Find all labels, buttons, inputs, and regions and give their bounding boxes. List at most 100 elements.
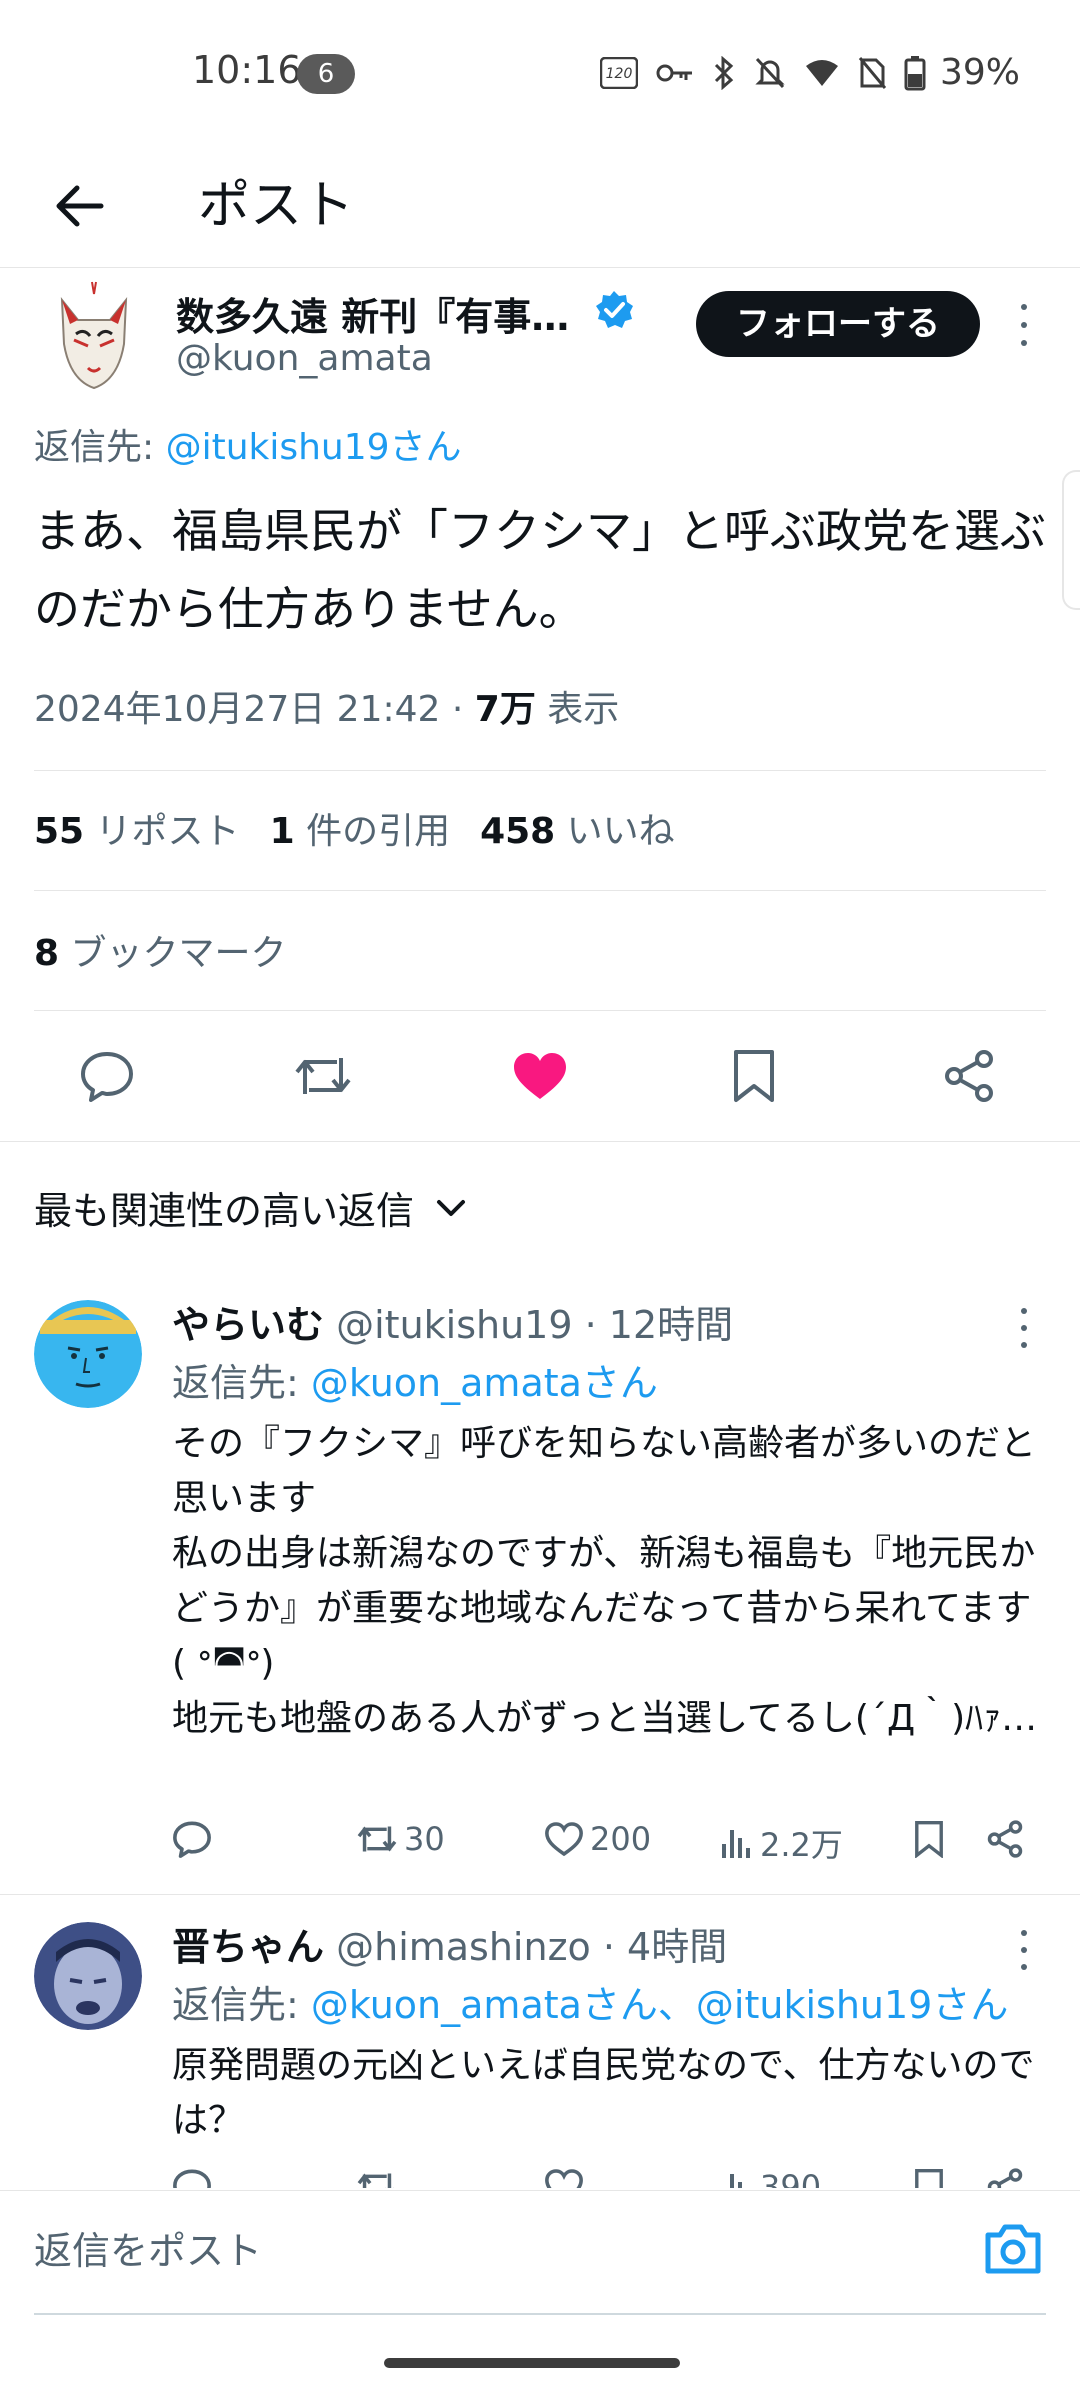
reply-more-button[interactable]	[1016, 1308, 1032, 1348]
camera-button[interactable]	[984, 2221, 1042, 2277]
back-button[interactable]	[44, 170, 116, 242]
divider	[34, 890, 1046, 891]
reply-author-handle[interactable]: @itukishu19	[336, 1303, 572, 1347]
author-handle[interactable]: @kuon_amata	[176, 338, 433, 379]
battery-icon	[904, 55, 926, 90]
replies-sort-dropdown[interactable]: 最も関連性の高い返信	[34, 1180, 466, 1235]
reply-share-button[interactable]	[986, 2168, 1024, 2188]
reply-avatar[interactable]	[34, 1922, 142, 2030]
notification-count-badge: 6	[297, 54, 355, 94]
share-icon	[945, 1050, 993, 1102]
tweet-meta: 2024年10月27日 21:42 · 7万 表示	[34, 680, 619, 732]
reply-reply-button[interactable]	[172, 1820, 212, 1858]
bookmark-button[interactable]	[724, 1046, 784, 1106]
reply-compose-bar: 返信をポスト	[0, 2190, 1080, 2316]
bookmarks-label: ブックマーク	[59, 933, 287, 974]
side-drawer-handle[interactable]	[1062, 470, 1080, 610]
reply-author-name[interactable]: やらいむ	[172, 1303, 324, 1347]
reposts-count: 55	[34, 811, 85, 852]
verified-badge-icon	[594, 290, 634, 330]
reply-to-prefix: 返信先:	[172, 1361, 311, 1405]
key-icon	[656, 64, 692, 81]
replies-sort-label: 最も関連性の高い返信	[34, 1189, 415, 1233]
reply-like-button[interactable]	[544, 2168, 590, 2188]
reply-avatar[interactable]	[34, 1300, 142, 1408]
author-name[interactable]: 数多久遠 新刊『有事…	[176, 286, 569, 341]
reply-item[interactable]: 晋ちゃん @himashinzo · 4時間 返信先: @kuon_amataさ…	[0, 1912, 1080, 2188]
reposts-stat[interactable]: 55 リポスト	[34, 802, 240, 854]
reply-icon	[173, 1821, 211, 1858]
reply-icon	[173, 2169, 211, 2188]
reply-author-name[interactable]: 晋ちゃん	[172, 1925, 324, 1969]
heart-icon	[545, 2169, 583, 2188]
bookmarks-stat[interactable]: 8 ブックマーク	[34, 924, 287, 976]
reply-author-handle[interactable]: @himashinzo	[336, 1925, 591, 1969]
share-button[interactable]	[939, 1046, 999, 1106]
dot	[1021, 1325, 1027, 1331]
reply-to-mention-link[interactable]: @kuon_amataさん、@itukishu19さん	[311, 1983, 1008, 2027]
views-count: 7万	[474, 689, 536, 730]
follow-button[interactable]: フォローする	[696, 291, 980, 357]
views-chart-icon	[722, 1830, 750, 1858]
top-app-bar: ポスト	[0, 150, 1080, 268]
reply-to-mention-link[interactable]: @kuon_amataさん	[311, 1361, 658, 1405]
back-arrow-icon	[56, 185, 104, 227]
tweet-timestamp[interactable]: 2024年10月27日 21:42 ·	[34, 689, 475, 730]
reply-compose-input[interactable]: 返信をポスト	[34, 2215, 934, 2287]
quotes-stat[interactable]: 1 件の引用	[270, 802, 451, 854]
views-chart-icon	[722, 2174, 742, 2188]
reply-header: 晋ちゃん @himashinzo · 4時間	[172, 1916, 727, 1971]
reply-item[interactable]: やらいむ @itukishu19 · 12時間 返信先: @kuon_amata…	[0, 1290, 1080, 1890]
repost-button[interactable]	[293, 1046, 353, 1106]
share-icon	[987, 1820, 1023, 1858]
bookmark-icon	[734, 1050, 774, 1102]
reply-to-mention-link[interactable]: @itukishu19さん	[166, 427, 462, 468]
reply-bookmark-button[interactable]	[914, 1820, 944, 1858]
battery-percent: 39%	[939, 52, 1020, 93]
fox-mask-avatar-icon	[60, 281, 128, 390]
bookmark-icon	[915, 1821, 943, 1858]
status-bar: 10:16 6 120 39%	[0, 0, 1080, 150]
dot	[1021, 1964, 1027, 1970]
more-options-button[interactable]	[1010, 300, 1038, 350]
wifi-icon	[805, 59, 838, 86]
like-button[interactable]	[510, 1046, 570, 1106]
reply-more-button[interactable]	[1016, 1930, 1032, 1970]
reply-repost-button[interactable]	[356, 2168, 404, 2188]
reply-repost-count: 30	[404, 1820, 445, 1858]
likes-stat[interactable]: 458 いいね	[480, 802, 675, 854]
home-indicator[interactable]	[384, 2358, 680, 2368]
camera-icon	[985, 2224, 1041, 2274]
mute-bell-icon	[755, 57, 785, 88]
reply-time: · 4時間	[590, 1925, 728, 1969]
reply-button[interactable]	[77, 1046, 137, 1106]
repost-icon	[357, 1826, 397, 1852]
reply-time: · 12時間	[572, 1303, 734, 1347]
reply-views-button[interactable]: 390	[720, 2168, 821, 2188]
author-avatar[interactable]	[48, 280, 140, 392]
reply-reply-button[interactable]	[172, 2168, 212, 2188]
dot	[1021, 1947, 1027, 1953]
reply-repost-button[interactable]: 30	[356, 1820, 445, 1858]
reply-actions: 390	[172, 2168, 1032, 2188]
reply-share-button[interactable]	[986, 1820, 1024, 1858]
reply-text: 原発問題の元凶といえば自民党なので、仕方ないのでは？	[172, 2045, 1035, 2141]
reply-views-button[interactable]: 2.2万	[720, 1820, 843, 1866]
reply-like-button[interactable]: 200	[544, 1820, 651, 1858]
clock: 10:16	[192, 48, 302, 92]
replying-to: 返信先: @itukishu19さん	[34, 418, 462, 470]
divider	[0, 1894, 1080, 1895]
dot	[1021, 322, 1027, 328]
bookmarks-count: 8	[34, 933, 60, 974]
compose-underline	[34, 2313, 1046, 2315]
dot	[1021, 1308, 1027, 1314]
bookmark-icon	[915, 2169, 943, 2188]
reply-bookmark-button[interactable]	[914, 2168, 944, 2188]
reply-replying-to: 返信先: @kuon_amataさん	[172, 1352, 658, 1407]
cartoon-face-avatar-icon	[34, 1300, 142, 1408]
reply-to-prefix: 返信先:	[34, 427, 166, 468]
repost-icon	[295, 1058, 351, 1094]
heart-icon	[545, 1822, 583, 1857]
reposts-label: リポスト	[84, 811, 240, 852]
tweet-text: まあ、福島県民が「フクシマ」と呼ぶ政党を選ぶのだから仕方ありません。	[34, 504, 1046, 636]
